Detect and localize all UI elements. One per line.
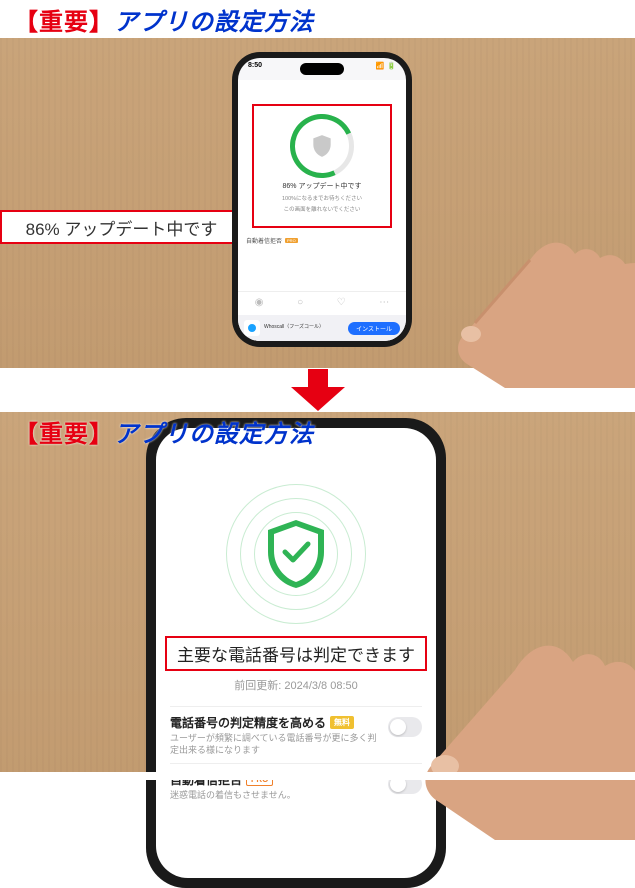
progress-main-text: 86% アップデート中です: [283, 182, 362, 192]
phone-frame: 8:50 📶 🔋 86% アップデート中です 100%: [232, 52, 412, 347]
phone-screen-2: 主要な電話番号は判定できます 前回更新: 2024/3/8 08:50 電話番号…: [156, 428, 436, 878]
title-main: アプリの設定方法: [114, 2, 314, 37]
down-arrow-icon: [291, 369, 345, 411]
title-important-2: 【重要】: [14, 414, 114, 449]
shield-icon: [309, 133, 335, 159]
title-bar-2: 【重要】 アプリの設定方法: [0, 412, 635, 450]
nav-icon-3[interactable]: ♡: [337, 297, 346, 308]
app-body: 86% アップデート中です 100%になるまでお待ちください この画面を離れない…: [238, 80, 406, 341]
highlight-box-update: 86% アップデート中です 100%になるまでお待ちください この画面を離れない…: [252, 104, 392, 228]
last-update-label: 前回更新:: [234, 680, 281, 692]
auto-reject-label: 自動着信拒否: [246, 236, 282, 245]
dynamic-island: [300, 63, 344, 75]
install-button[interactable]: インストール: [348, 322, 400, 335]
nav-icon-4[interactable]: ⋯: [379, 297, 389, 308]
progress-sub1: 100%になるまでお待ちください: [282, 196, 362, 204]
toggle-accuracy[interactable]: [388, 717, 422, 737]
arrow-divider: [0, 368, 635, 412]
bottom-nav: ◉ ○ ♡ ⋯: [238, 291, 406, 313]
status-time: 8:50: [248, 62, 262, 70]
last-update: 前回更新: 2024/3/8 08:50: [234, 677, 358, 693]
app-icon: [244, 320, 260, 336]
phone-frame-2: 主要な電話番号は判定できます 前回更新: 2024/3/8 08:50 電話番号…: [146, 418, 446, 888]
title-bar: 【重要】 アプリの設定方法: [0, 0, 635, 38]
pro-tag: PRO: [285, 238, 298, 243]
panel-top: 【重要】 アプリの設定方法 86% アップデート中です 8:50 📶 🔋: [0, 0, 635, 368]
setting-row-autoreject[interactable]: 自動着信拒否 PRO 迷惑電話の着信もさせません。: [170, 763, 422, 809]
settings-list: 電話番号の判定精度を高める 無料 ユーザーが頻繁に調べている電話番号が更に多く判…: [156, 706, 436, 809]
signal-icon: 📶: [376, 62, 385, 70]
progress-ring: [290, 114, 354, 178]
phone-screen: 8:50 📶 🔋 86% アップデート中です 100%: [238, 58, 406, 341]
last-update-time: 2024/3/8 08:50: [284, 680, 357, 692]
bottom-strip: [0, 772, 635, 780]
highlight-box-main-msg: 主要な電話番号は判定できます: [165, 636, 427, 671]
free-tag: 無料: [330, 716, 354, 729]
shield-section: 主要な電話番号は判定できます 前回更新: 2024/3/8 08:50: [156, 484, 436, 693]
setting-sub-1: ユーザーが頻繁に調べている電話番号が更に多く判定出来る様になります: [170, 733, 422, 756]
callout-label: 86% アップデート中です: [0, 210, 243, 244]
setting-title-1: 電話番号の判定精度を高める: [170, 714, 326, 731]
nav-icon-2[interactable]: ○: [297, 297, 303, 308]
title-main-2: アプリの設定方法: [114, 414, 314, 449]
battery-icon: 🔋: [387, 62, 396, 70]
panel-bottom: 主要な電話番号は判定できます 前回更新: 2024/3/8 08:50 電話番号…: [0, 412, 635, 780]
auto-reject-row: 自動着信拒否 PRO: [246, 236, 298, 245]
pulse-rings: [226, 484, 366, 624]
shield-check-icon: [264, 518, 328, 590]
nav-icon-1[interactable]: ◉: [255, 297, 264, 308]
callout-text: 86% アップデート中です: [26, 215, 218, 240]
setting-row-accuracy[interactable]: 電話番号の判定精度を高める 無料 ユーザーが頻繁に調べている電話番号が更に多く判…: [170, 706, 422, 763]
status-icons: 📶 🔋: [376, 62, 396, 70]
install-app-name: Whoscall（フーズコール）: [264, 325, 344, 331]
main-message: 主要な電話番号は判定できます: [177, 646, 415, 665]
install-banner: Whoscall（フーズコール） インストール: [238, 315, 406, 341]
hand-pointing: [415, 188, 635, 388]
progress-sub2: この画面を離れないでください: [284, 207, 361, 215]
title-important: 【重要】: [14, 2, 114, 37]
setting-sub-2: 迷惑電話の着信もさせません。: [170, 790, 422, 802]
